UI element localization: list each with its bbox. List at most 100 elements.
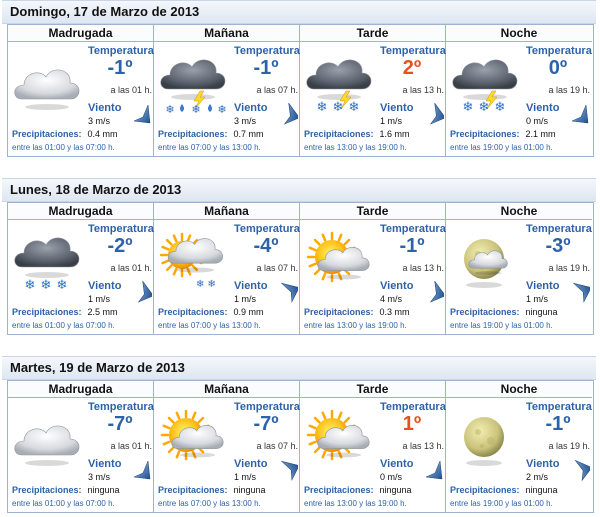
precipitation: Precipitaciones: ninguna bbox=[450, 307, 558, 317]
wind-direction-icon bbox=[570, 459, 593, 482]
svg-text:❄ ❄: ❄ ❄ bbox=[196, 279, 216, 290]
period-name: Mañana bbox=[154, 381, 299, 398]
temperature-value: 0º bbox=[548, 57, 568, 79]
period-grid: Madrugada ❄ ❄ ❄ Temperatura -2º a las 01 h… bbox=[7, 202, 594, 335]
wind-label: Viento bbox=[380, 458, 414, 470]
sun-cloud-snow-icon: ❄ ❄ bbox=[156, 223, 230, 295]
temperature-value: -1º bbox=[399, 235, 425, 257]
storm-snow-rain-icon: ❄ ❄ ❄ bbox=[156, 45, 230, 117]
sun-cloud-icon bbox=[156, 401, 230, 473]
precipitation-value: 1.6 mm bbox=[379, 129, 410, 139]
svg-text:❄: ❄ bbox=[217, 103, 226, 116]
wind-value: 0 m/s bbox=[526, 116, 549, 126]
precipitation-value: 2.5 mm bbox=[87, 307, 118, 317]
precipitation-label: Precipitaciones: bbox=[450, 485, 520, 495]
wind-label: Viento bbox=[88, 102, 122, 114]
sun-cloud-icon bbox=[302, 223, 376, 295]
svg-text:❄: ❄ bbox=[25, 278, 36, 293]
wind-label: Viento bbox=[234, 280, 268, 292]
precipitation: Precipitaciones: ninguna bbox=[12, 485, 120, 495]
precipitation: Precipitaciones: 0.3 mm bbox=[304, 307, 410, 317]
wind-value: 1 m/s bbox=[88, 294, 111, 304]
storm-snow-icon: ❄ ❄ ❄ bbox=[448, 45, 522, 117]
svg-text:❄: ❄ bbox=[495, 100, 506, 115]
wind-value: 1 m/s bbox=[380, 116, 403, 126]
precipitation: Precipitaciones: 1.6 mm bbox=[304, 129, 410, 139]
wind-direction-icon bbox=[132, 103, 152, 125]
period-cell: Tarde ❄ ❄ ❄ Temperatura 2º a las 13 h. Vie… bbox=[300, 25, 446, 156]
precipitation-range: entre las 13:00 y las 19:00 h. bbox=[304, 499, 407, 508]
temperature-time: a las 07 h. bbox=[256, 85, 298, 95]
wind-label: Viento bbox=[88, 280, 122, 292]
svg-text:❄: ❄ bbox=[57, 278, 68, 293]
storm-snow-icon: ❄ ❄ ❄ bbox=[302, 45, 376, 117]
wind-direction-icon bbox=[570, 281, 592, 303]
precipitation-label: Precipitaciones: bbox=[304, 307, 374, 317]
period-name: Noche bbox=[446, 381, 592, 398]
wind-label: Viento bbox=[234, 458, 268, 470]
wind-value: 3 m/s bbox=[234, 116, 257, 126]
period-grid: Madrugada Temperatura -1º a las 01 h. Vi… bbox=[7, 24, 594, 157]
precipitation: Precipitaciones: 0.4 mm bbox=[12, 129, 118, 139]
wind-direction-icon bbox=[424, 459, 444, 481]
wind-label: Viento bbox=[234, 102, 268, 114]
precipitation-label: Precipitaciones: bbox=[450, 129, 520, 139]
temperature-label: Temperatura bbox=[234, 223, 300, 235]
temperature-value: -1º bbox=[545, 413, 571, 435]
precipitation-label: Precipitaciones: bbox=[158, 485, 228, 495]
temperature-value: 2º bbox=[402, 57, 422, 79]
svg-text:❄: ❄ bbox=[165, 103, 174, 116]
precipitation-value: ninguna bbox=[379, 485, 412, 495]
period-name: Mañana bbox=[154, 25, 299, 42]
wind-value: 1 m/s bbox=[234, 472, 257, 482]
precipitation-label: Precipitaciones: bbox=[158, 307, 228, 317]
period-name: Tarde bbox=[300, 381, 445, 398]
precipitation-range: entre las 19:00 y las 01:00 h. bbox=[450, 143, 553, 152]
temperature-time: a las 13 h. bbox=[402, 263, 444, 273]
moon-cloud-icon bbox=[448, 223, 522, 295]
precipitation-label: Precipitaciones: bbox=[158, 129, 228, 139]
temperature-time: a las 13 h. bbox=[402, 441, 444, 451]
period-cell: Madrugada Temperatura -7º a las 01 h. Vi… bbox=[8, 381, 154, 512]
period-name: Tarde bbox=[300, 203, 445, 220]
svg-text:❄: ❄ bbox=[317, 100, 328, 115]
precipitation-value: ninguna bbox=[525, 485, 558, 495]
precipitation-range: entre las 13:00 y las 19:00 h. bbox=[304, 143, 407, 152]
temperature-time: a las 19 h. bbox=[548, 263, 590, 273]
temperature-time: a las 13 h. bbox=[402, 85, 444, 95]
precipitation: Precipitaciones: 2.1 mm bbox=[450, 129, 556, 139]
precipitation-value: ninguna bbox=[525, 307, 558, 317]
wind-direction-icon bbox=[132, 459, 152, 481]
precipitation: Precipitaciones: ninguna bbox=[304, 485, 412, 495]
temperature-value: -7º bbox=[253, 413, 279, 435]
precipitation-range: entre las 19:00 y las 01:00 h. bbox=[450, 499, 553, 508]
temperature-time: a las 01 h. bbox=[110, 85, 152, 95]
precipitation-value: 0.7 mm bbox=[233, 129, 264, 139]
precipitation-label: Precipitaciones: bbox=[12, 307, 82, 317]
period-cell: Madrugada Temperatura -1º a las 01 h. Vi… bbox=[8, 25, 154, 156]
precipitation-label: Precipitaciones: bbox=[450, 307, 520, 317]
day-header: Martes, 19 de Marzo de 2013 bbox=[2, 356, 596, 380]
day-title: Lunes, 18 de Marzo de 2013 bbox=[10, 182, 182, 197]
period-name: Mañana bbox=[154, 203, 299, 220]
period-cell: Noche Temperatura -3º a las 19 h. Viento… bbox=[446, 203, 592, 334]
precipitation-value: ninguna bbox=[87, 485, 120, 495]
precipitation-label: Precipitaciones: bbox=[12, 485, 82, 495]
wind-direction-icon bbox=[424, 102, 446, 125]
temperature-value: -4º bbox=[253, 235, 279, 257]
wind-label: Viento bbox=[526, 102, 560, 114]
cloud-snow-icon: ❄ ❄ ❄ bbox=[10, 223, 84, 295]
temperature-label: Temperatura bbox=[526, 401, 592, 413]
wind-value: 4 m/s bbox=[380, 294, 403, 304]
temperature-time: a las 01 h. bbox=[110, 263, 152, 273]
svg-text:❄: ❄ bbox=[349, 100, 360, 115]
period-cell: Noche ❄ ❄ ❄ Temperatura 0º a las 19 h. Vie… bbox=[446, 25, 592, 156]
precipitation-value: 0.4 mm bbox=[87, 129, 118, 139]
temperature-label: Temperatura bbox=[526, 45, 592, 57]
temperature-value: -2º bbox=[107, 235, 133, 257]
day-header: Lunes, 18 de Marzo de 2013 bbox=[2, 178, 596, 202]
moon-icon bbox=[448, 401, 522, 473]
temperature-label: Temperatura bbox=[380, 223, 446, 235]
precipitation: Precipitaciones: ninguna bbox=[450, 485, 558, 495]
temperature-label: Temperatura bbox=[88, 45, 154, 57]
